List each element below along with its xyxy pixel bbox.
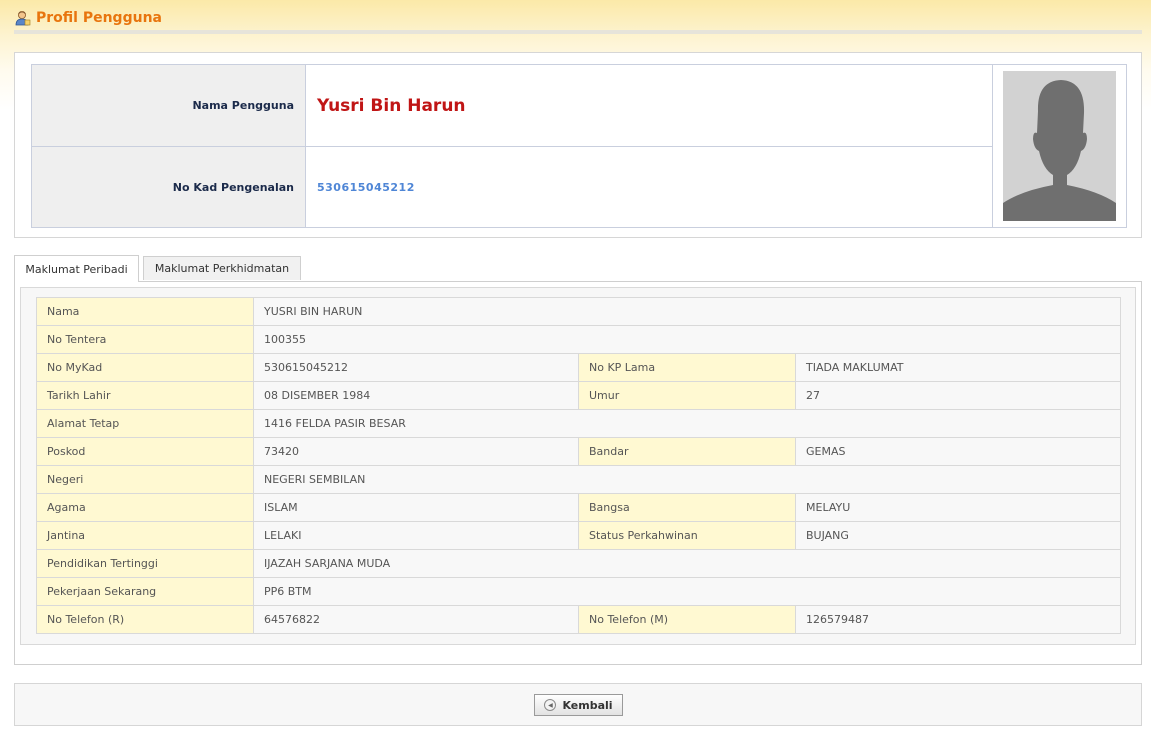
field-value: IJAZAH SARJANA MUDA [254, 550, 1121, 578]
field-label: Jantina [37, 522, 254, 550]
field-value: GEMAS [796, 438, 1121, 466]
field-label: No KP Lama [579, 354, 796, 382]
field-label: Agama [37, 494, 254, 522]
ic-value: 530615045212 [317, 180, 415, 194]
field-value: LELAKI [254, 522, 579, 550]
field-value: 126579487 [796, 606, 1121, 634]
field-label: Pendidikan Tertinggi [37, 550, 254, 578]
field-value: 100355 [254, 326, 1121, 354]
arrow-left-circle-icon: ◀ [544, 699, 557, 711]
field-value: 64576822 [254, 606, 579, 634]
profile-photo [1003, 71, 1116, 221]
field-value: BUJANG [796, 522, 1121, 550]
field-label: Nama [37, 298, 254, 326]
name-value: Yusri Bin Harun [317, 95, 466, 116]
footer-bar: ◀ Kembali [14, 683, 1142, 726]
tab-panel: Nama YUSRI BIN HARUN No Tentera 100355 No My… [14, 281, 1142, 665]
name-row: Nama Pengguna Yusri Bin Harun [32, 65, 992, 146]
detail-row: Negeri NEGERI SEMBILAN [37, 466, 1121, 494]
profile-header-table: Nama Pengguna Yusri Bin Harun No Kad Pen… [31, 64, 1127, 228]
field-label: Negeri [37, 466, 254, 494]
page-header: Profil Pengguna [14, 6, 162, 30]
field-label: Bandar [579, 438, 796, 466]
field-value: MELAYU [796, 494, 1121, 522]
detail-row: Pekerjaan Sekarang PP6 BTM [37, 578, 1121, 606]
field-value: 530615045212 [254, 354, 579, 382]
details-table: Nama YUSRI BIN HARUN No Tentera 100355 No My… [36, 297, 1121, 634]
photo-cell [992, 65, 1126, 227]
detail-row: Agama ISLAM Bangsa MELAYU [37, 494, 1121, 522]
detail-row: Jantina LELAKI Status Perkahwinan BUJANG [37, 522, 1121, 550]
field-label: Pekerjaan Sekarang [37, 578, 254, 606]
field-label: No Telefon (M) [579, 606, 796, 634]
detail-row: Poskod 73420 Bandar GEMAS [37, 438, 1121, 466]
field-label: No Telefon (R) [37, 606, 254, 634]
field-value: 27 [796, 382, 1121, 410]
field-value: NEGERI SEMBILAN [254, 466, 1121, 494]
detail-row: No MyKad 530615045212 No KP Lama TIADA MAKL… [37, 354, 1121, 382]
field-value: TIADA MAKLUMAT [796, 354, 1121, 382]
title-divider [14, 30, 1142, 34]
field-label: Bangsa [579, 494, 796, 522]
person-silhouette-icon [1003, 71, 1116, 221]
details-panel: Nama YUSRI BIN HARUN No Tentera 100355 No My… [20, 287, 1136, 645]
tab-maklumat-peribadi[interactable]: Maklumat Peribadi [14, 255, 139, 282]
field-value: ISLAM [254, 494, 579, 522]
field-value: YUSRI BIN HARUN [254, 298, 1121, 326]
field-label: No MyKad [37, 354, 254, 382]
back-button-label: Kembali [562, 698, 613, 712]
detail-row: Alamat Tetap 1416 FELDA PASIR BESAR [37, 410, 1121, 438]
user-profile-icon [15, 11, 31, 26]
field-label: Umur [579, 382, 796, 410]
detail-row: Tarikh Lahir 08 DISEMBER 1984 Umur 27 [37, 382, 1121, 410]
detail-row: Nama YUSRI BIN HARUN [37, 298, 1121, 326]
detail-row: No Tentera 100355 [37, 326, 1121, 354]
name-label: Nama Pengguna [32, 65, 306, 146]
field-value: 1416 FELDA PASIR BESAR [254, 410, 1121, 438]
page-title: Profil Pengguna [36, 10, 162, 26]
back-button[interactable]: ◀ Kembali [534, 694, 623, 716]
profile-header-panel: Nama Pengguna Yusri Bin Harun No Kad Pen… [14, 52, 1142, 238]
ic-row: No Kad Pengenalan 530615045212 [32, 146, 992, 227]
tab-maklumat-perkhidmatan[interactable]: Maklumat Perkhidmatan [143, 256, 301, 280]
field-label: Alamat Tetap [37, 410, 254, 438]
ic-label: No Kad Pengenalan [32, 147, 306, 227]
field-value: PP6 BTM [254, 578, 1121, 606]
field-label: Poskod [37, 438, 254, 466]
detail-row: No Telefon (R) 64576822 No Telefon (M) 1265… [37, 606, 1121, 634]
field-label: No Tentera [37, 326, 254, 354]
field-label: Tarikh Lahir [37, 382, 254, 410]
field-label: Status Perkahwinan [579, 522, 796, 550]
field-value: 08 DISEMBER 1984 [254, 382, 579, 410]
detail-row: Pendidikan Tertinggi IJAZAH SARJANA MUDA [37, 550, 1121, 578]
field-value: 73420 [254, 438, 579, 466]
